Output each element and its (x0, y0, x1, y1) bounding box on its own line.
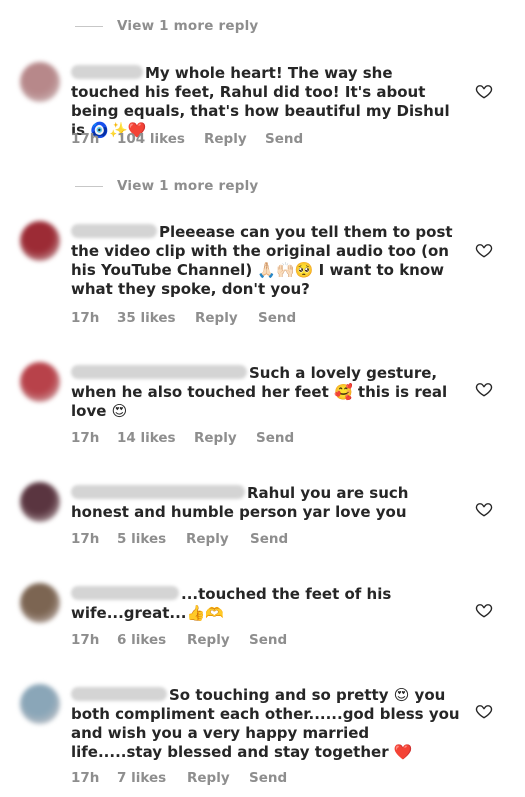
send-button[interactable]: Send (258, 310, 296, 326)
comment-meta: 17h 7 likes Reply Send (71, 770, 287, 786)
view-more-replies[interactable]: View 1 more reply (75, 176, 258, 196)
heart-icon[interactable] (475, 82, 493, 100)
username-redacted[interactable] (71, 224, 157, 238)
avatar[interactable] (20, 221, 60, 261)
comment-body: So touching and so pretty 😍 you both com… (71, 686, 461, 762)
heart-icon[interactable] (475, 241, 493, 259)
send-button[interactable]: Send (249, 632, 287, 648)
likes-count[interactable]: 6 likes (117, 632, 187, 648)
send-button[interactable]: Send (249, 770, 287, 786)
comment-meta: 17h 35 likes Reply Send (71, 310, 296, 326)
reply-button[interactable]: Reply (194, 430, 256, 446)
send-button[interactable]: Send (265, 131, 303, 147)
username-redacted[interactable] (71, 65, 143, 79)
heart-icon[interactable] (475, 702, 493, 720)
reply-button[interactable]: Reply (187, 632, 249, 648)
reply-button[interactable]: Reply (187, 770, 249, 786)
divider-line (75, 25, 103, 27)
comment-time: 17h (71, 770, 100, 786)
username-redacted[interactable] (71, 586, 179, 600)
comment-time: 17h (71, 632, 100, 648)
comment-meta: 17h 14 likes Reply Send (71, 430, 294, 446)
comment-time: 17h (71, 310, 100, 326)
reply-button[interactable]: Reply (186, 531, 250, 547)
comment-meta: 17h 104 likes Reply Send (71, 131, 303, 147)
heart-icon[interactable] (475, 601, 493, 619)
likes-count[interactable]: 35 likes (117, 310, 195, 326)
avatar[interactable] (20, 583, 60, 623)
view-more-replies-label: View 1 more reply (117, 18, 259, 34)
comment-body: Such a lovely gesture, when he also touc… (71, 364, 461, 421)
username-redacted[interactable] (71, 687, 167, 701)
view-more-replies-label: View 1 more reply (117, 178, 259, 194)
avatar[interactable] (20, 362, 60, 402)
avatar[interactable] (20, 62, 60, 102)
comment-meta: 17h 6 likes Reply Send (71, 632, 287, 648)
likes-count[interactable]: 14 likes (117, 430, 194, 446)
view-more-replies[interactable]: View 1 more reply (75, 16, 258, 36)
comment-body: Rahul you are such honest and humble per… (71, 484, 461, 522)
heart-icon[interactable] (475, 380, 493, 398)
likes-count[interactable]: 104 likes (117, 131, 204, 147)
likes-count[interactable]: 7 likes (117, 770, 187, 786)
divider-line (75, 185, 103, 187)
comment-meta: 17h 5 likes Reply Send (71, 531, 288, 547)
comment-body: Pleeease can you tell them to post the v… (71, 223, 461, 299)
send-button[interactable]: Send (250, 531, 288, 547)
heart-icon[interactable] (475, 500, 493, 518)
comment-time: 17h (71, 531, 100, 547)
username-redacted[interactable] (71, 485, 245, 499)
comment-time: 17h (71, 131, 100, 147)
reply-button[interactable]: Reply (204, 131, 265, 147)
avatar[interactable] (20, 684, 60, 724)
comment-body: ...touched the feet of his wife...great.… (71, 585, 461, 623)
comment-body: My whole heart! The way she touched his … (71, 64, 461, 140)
avatar[interactable] (20, 482, 60, 522)
reply-button[interactable]: Reply (195, 310, 258, 326)
send-button[interactable]: Send (256, 430, 294, 446)
comment-time: 17h (71, 430, 100, 446)
username-redacted[interactable] (71, 365, 247, 379)
likes-count[interactable]: 5 likes (117, 531, 186, 547)
